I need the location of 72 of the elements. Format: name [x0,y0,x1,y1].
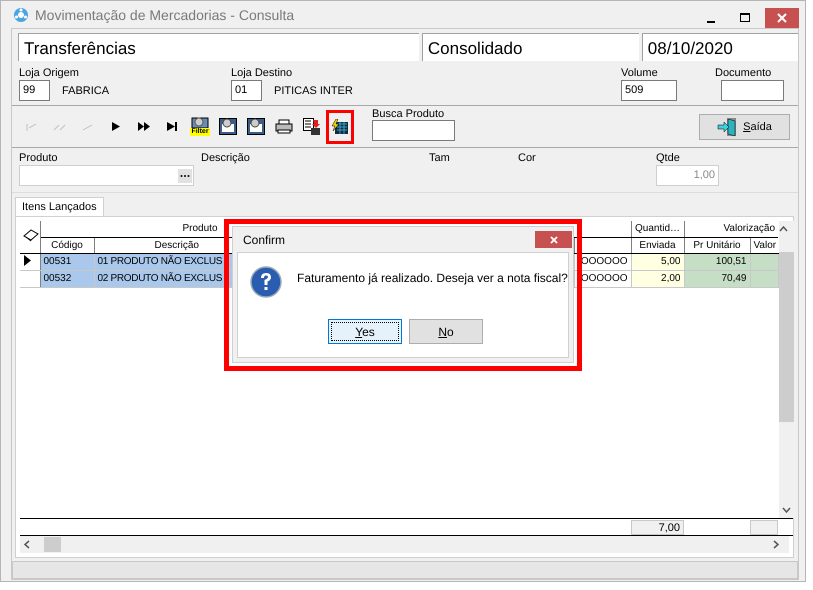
dialog-button[interactable]: Yes [328,319,402,344]
grid-icon [219,118,237,135]
table-cell: 00532 [40,270,94,287]
column-group-header: Valorização [684,221,778,237]
scroll-up-icon[interactable] [778,226,788,232]
maximize-icon [740,13,750,23]
scroll-thumb[interactable] [778,252,794,422]
first-icon [26,122,38,132]
field-label: Qtde [656,152,681,164]
minimize-icon [707,20,715,22]
current-row-icon [24,254,31,266]
table-cell: 00531 [40,253,94,270]
field-label: Volume [621,67,659,79]
lightning-grid-icon [331,118,349,134]
horizontal-scrollbar[interactable] [20,536,789,553]
field-label: Loja Destino [231,67,294,79]
grid-icon [247,118,265,135]
search-field[interactable] [372,120,455,141]
ellipsis-icon [178,168,192,182]
input-field[interactable]: 99 [19,80,50,101]
scroll-thumb[interactable] [44,537,61,552]
total-cell [750,520,778,534]
column-header[interactable]: Código [40,237,94,253]
play-icon [112,122,120,131]
column-header[interactable]: Pr Unitário [684,237,750,253]
field-label: Busca Produto [372,108,446,120]
date-field: 08/10/2020 [642,33,798,61]
field-label: Tam [429,152,451,164]
operation-field: Transferências [18,33,419,61]
column-header[interactable]: Enviada [631,237,684,253]
close-button[interactable] [535,231,572,248]
question-icon [250,266,282,298]
close-icon [777,13,787,23]
dialog-button[interactable]: No [409,319,483,344]
table-cell: 70,49 [684,270,750,287]
table-cell: 5,00 [631,253,684,270]
store-name: FABRICA [62,84,110,96]
toolbar-button[interactable] [326,110,354,144]
field-label: Produto [19,152,59,164]
book-icon [23,228,39,242]
table-cell: 2,00 [631,270,684,287]
close-icon [550,236,558,244]
close-button[interactable] [765,8,799,28]
column-header[interactable]: Valor [750,237,778,253]
window-title: Movimentação de Mercadorias - Consulta [35,6,296,22]
tab[interactable]: Itens Lançados [15,197,104,216]
table-cell: 100,51 [684,253,750,270]
field-label: Descrição [201,152,251,164]
input-field[interactable]: 01 [231,80,262,101]
input-field[interactable] [721,80,784,101]
total-cell: 7,00 [631,520,684,534]
product-field[interactable] [19,165,194,186]
skip-end-icon [166,122,178,131]
prior-icon [82,122,94,132]
dialog-message: Faturamento já realizado. Deseja ver a nota fiscal? [297,271,568,285]
printer-icon [275,119,293,134]
scroll-right-icon[interactable] [773,540,779,549]
export-icon [303,118,321,136]
field-label: Loja Origem [19,67,80,79]
vertical-scrollbar[interactable] [778,221,794,518]
prior-page-icon [53,122,67,132]
input-field[interactable]: 509 [621,80,677,101]
fast-forward-icon [138,122,150,131]
status-field: Consolidado [422,33,639,61]
scroll-down-icon[interactable] [782,507,791,513]
field-label: Cor [518,152,537,164]
store-name: PITICAS INTER [274,84,353,96]
field-label: Documento [715,67,772,79]
exit-button[interactable]: Saída [699,114,790,140]
app-icon [13,6,29,22]
column-group-header: Quantid… [631,221,684,237]
scroll-left-icon[interactable] [24,540,30,549]
